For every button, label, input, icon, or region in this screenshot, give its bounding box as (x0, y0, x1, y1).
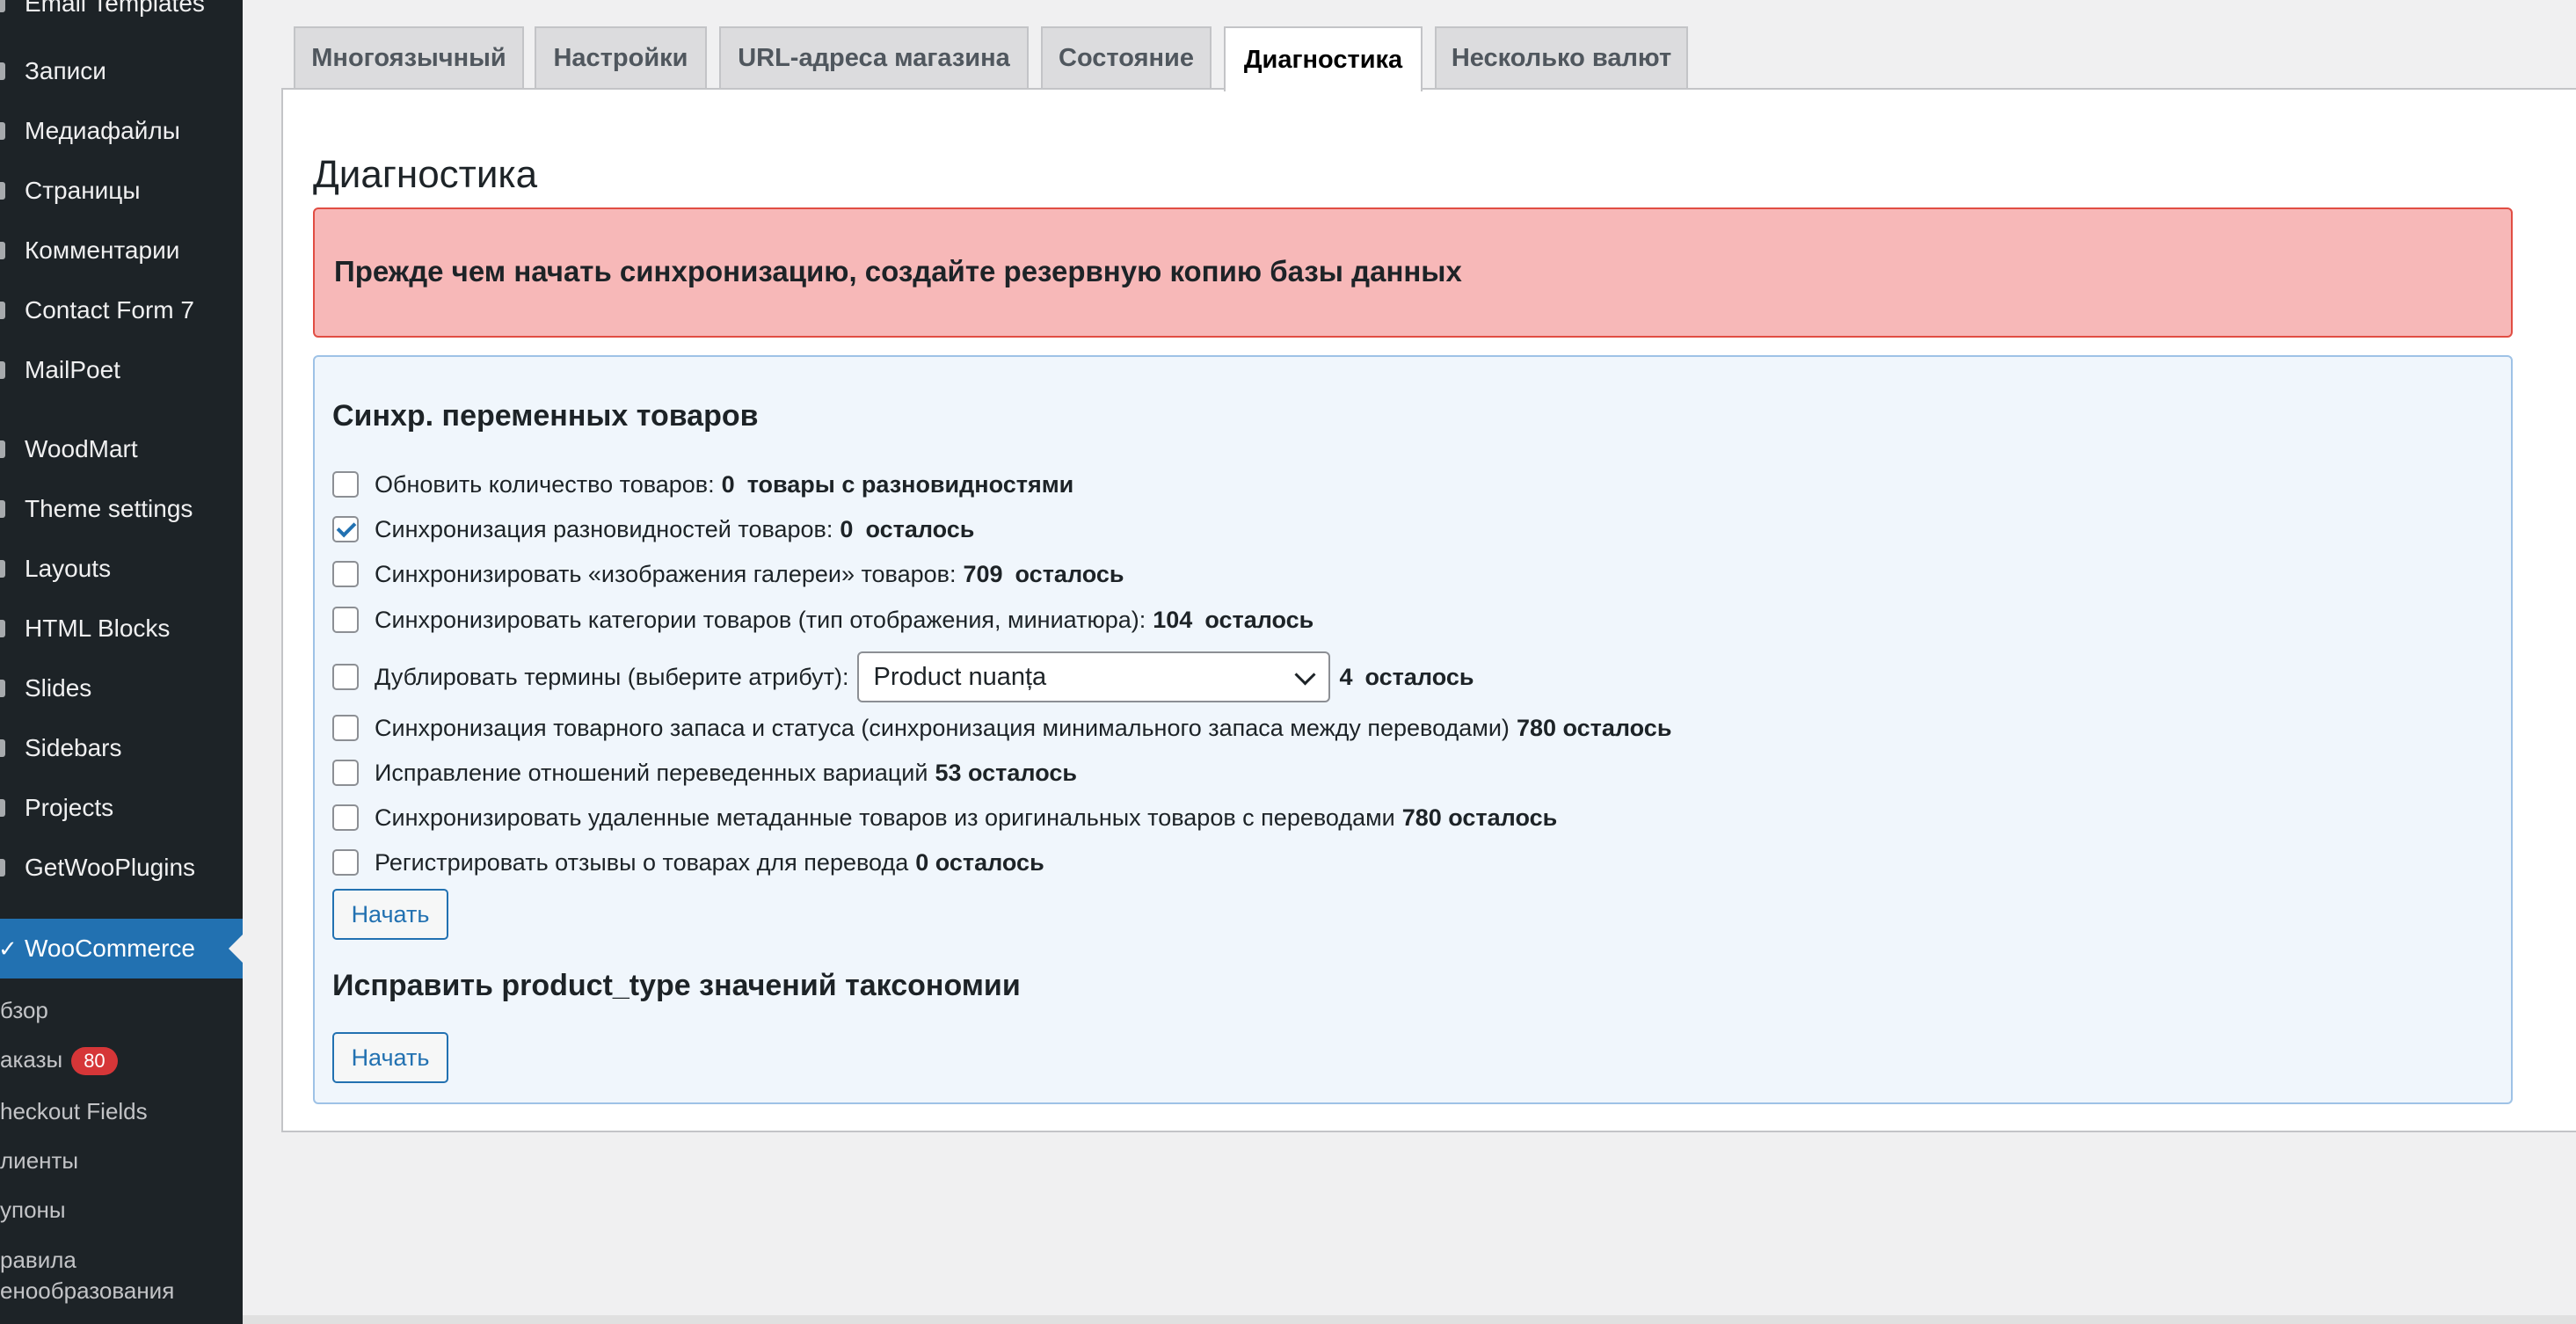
current-menu-arrow-icon (229, 935, 243, 963)
sidebar-item-sidebars[interactable]: Sidebars (0, 722, 243, 775)
layout-icon (0, 560, 5, 578)
media-icon (0, 122, 5, 140)
option-sync-variations[interactable]: Синхронизация разновидностей товаров: 0 … (332, 512, 974, 547)
sidebar-item-layouts[interactable]: Layouts (0, 542, 243, 595)
sidebar-item-contact-form[interactable]: Contact Form 7 (0, 284, 243, 337)
option-update-product-count[interactable]: Обновить количество товаров: 0 товары с … (332, 467, 1073, 502)
page-title: Диагностика (313, 153, 538, 196)
section-title-sync-variable-products: Синхр. переменных товаров (332, 399, 759, 433)
woodmart-icon (0, 440, 5, 458)
checkbox-fix-variation-relations[interactable] (332, 760, 359, 786)
checkbox-sync-deleted-meta[interactable] (332, 804, 359, 831)
checkbox-sync-stock-status[interactable] (332, 715, 359, 741)
plugin-icon (0, 859, 5, 877)
submenu-item-overview[interactable]: бзор (0, 997, 243, 1024)
submenu-item-coupons[interactable]: упоны (0, 1197, 243, 1224)
page-icon (0, 182, 5, 200)
mail-icon (0, 302, 5, 319)
option-fix-variation-relations[interactable]: Исправление отношений переведенных вариа… (332, 755, 1077, 790)
section-title-fix-product-type: Исправить product_type значений таксоном… (332, 969, 1021, 1002)
backup-warning-notice: Прежде чем начать синхронизацию, создайт… (313, 207, 2513, 338)
projects-icon (0, 799, 5, 817)
submenu-item-customers[interactable]: лиенты (0, 1147, 243, 1175)
start-sync-button[interactable]: Начать (332, 889, 448, 940)
pin-icon (0, 62, 5, 80)
checkbox-duplicate-terms[interactable] (332, 664, 359, 690)
checkbox-sync-variations[interactable] (332, 516, 359, 542)
tab-settings[interactable]: Настройки (535, 26, 707, 88)
sidebar-item-woodmart[interactable]: WoodMart (0, 423, 243, 476)
sidebar-item-posts[interactable]: Записи (0, 45, 243, 98)
sidebar-item-projects[interactable]: Projects (0, 782, 243, 834)
checkbox-sync-gallery-images[interactable] (332, 561, 359, 587)
option-sync-gallery-images[interactable]: Синхронизировать «изображения галереи» т… (332, 557, 1124, 592)
orders-count-badge: 80 (71, 1047, 118, 1076)
woocommerce-icon: ✓ (0, 935, 18, 962)
mailpoet-icon (0, 361, 5, 379)
admin-sidebar: Email Templates Записи Медиафайлы Страни… (0, 0, 243, 1324)
sidebar-item-pages[interactable]: Страницы (0, 164, 243, 217)
submenu-item-pricing-rules[interactable]: равила (0, 1247, 243, 1274)
sidebar-item-woocommerce[interactable]: ✓ WooCommerce (0, 919, 243, 978)
sidebars-icon (0, 739, 5, 757)
checkbox-update-product-count[interactable] (332, 471, 359, 498)
slides-icon (0, 680, 5, 697)
sidebar-item-media[interactable]: Медиафайлы (0, 105, 243, 157)
sidebar-item-slides[interactable]: Slides (0, 662, 243, 715)
tab-status[interactable]: Состояние (1041, 26, 1212, 88)
menu-icon (0, 0, 5, 12)
tab-multi-currency[interactable]: Несколько валют (1435, 26, 1688, 88)
chevron-down-icon (1294, 664, 1317, 686)
blocks-icon (0, 620, 5, 637)
submenu-item-checkout-fields[interactable]: heckout Fields (0, 1098, 243, 1125)
comment-icon (0, 242, 5, 259)
submenu-item-orders[interactable]: аказы 80 (0, 1046, 243, 1076)
sidebar-item-theme-settings[interactable]: Theme settings (0, 483, 243, 535)
checkbox-register-reviews[interactable] (332, 849, 359, 876)
tab-store-urls[interactable]: URL-адреса магазина (719, 26, 1029, 88)
sidebar-item-getwooplugins[interactable]: GetWooPlugins (0, 841, 243, 894)
attribute-select[interactable]: Product nuanța (857, 651, 1331, 702)
sidebar-item-html-blocks[interactable]: HTML Blocks (0, 602, 243, 655)
sidebar-item-mailpoet[interactable]: MailPoet (0, 344, 243, 396)
option-register-reviews[interactable]: Регистрировать отзывы о товарах для пере… (332, 845, 1044, 880)
tab-multilingual[interactable]: Многоязычный (294, 26, 524, 88)
option-sync-categories[interactable]: Синхронизировать категории товаров (тип … (332, 602, 1313, 637)
backup-warning-text: Прежде чем начать синхронизацию, создайт… (334, 255, 1462, 287)
sidebar-item-email-templates[interactable]: Email Templates (0, 0, 243, 30)
sidebar-item-comments[interactable]: Комментарии (0, 224, 243, 277)
option-sync-stock-status[interactable]: Синхронизация товарного запаса и статуса… (332, 710, 1671, 746)
option-sync-deleted-meta[interactable]: Синхронизировать удаленные метаданные то… (332, 800, 1557, 835)
submenu-item-pricing-rules-cont[interactable]: енообразования (0, 1277, 243, 1305)
option-duplicate-terms[interactable]: Дублировать термины (выберите атрибут): … (332, 651, 1474, 703)
page-bottom-edge (243, 1315, 2576, 1324)
settings-icon (0, 500, 5, 518)
checkbox-sync-categories[interactable] (332, 607, 359, 633)
tab-diagnostics[interactable]: Диагностика (1224, 26, 1423, 91)
start-fix-product-type-button[interactable]: Начать (332, 1032, 448, 1083)
